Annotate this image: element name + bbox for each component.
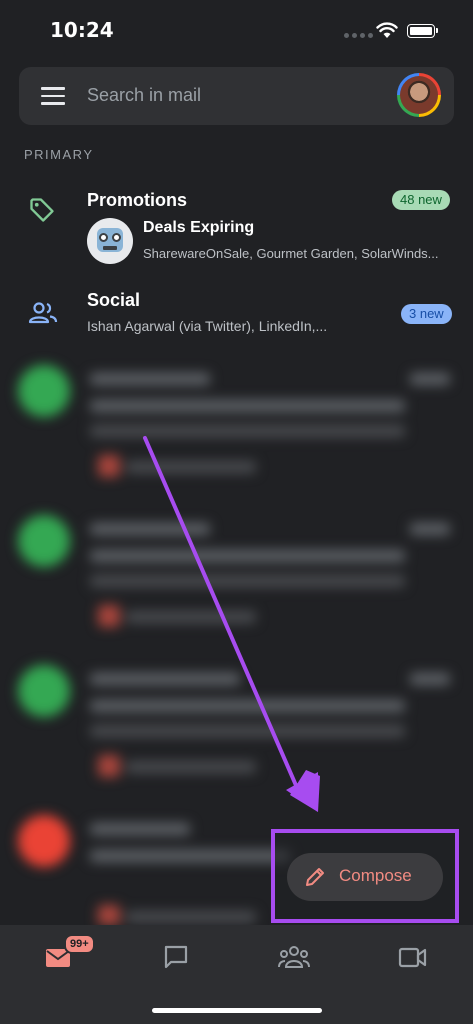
nav-meet[interactable]	[394, 939, 434, 975]
promotions-top-sender-title: Deals Expiring	[143, 219, 255, 236]
sender-avatar	[18, 815, 70, 867]
compose-label: Compose	[339, 866, 412, 885]
battery-icon	[407, 24, 438, 38]
home-indicator[interactable]	[152, 1008, 322, 1013]
promotions-new-badge: 48 new	[392, 190, 450, 210]
list-item[interactable]	[0, 495, 473, 645]
section-label-primary: PRIMARY	[24, 147, 94, 162]
status-bar: 10:24	[0, 0, 473, 62]
mail-unread-badge: 99+	[64, 934, 95, 954]
social-senders: Ishan Agarwal (via Twitter), LinkedIn,..…	[87, 318, 328, 334]
account-avatar[interactable]	[397, 73, 441, 117]
tag-icon	[30, 198, 54, 222]
social-new-badge: 3 new	[401, 304, 452, 324]
pencil-icon	[306, 868, 324, 886]
list-item[interactable]	[0, 645, 473, 795]
sender-avatar	[18, 665, 70, 717]
promotions-title: Promotions	[87, 190, 188, 210]
hamburger-menu-icon[interactable]	[41, 87, 65, 105]
chat-icon	[164, 945, 188, 969]
search-bar[interactable]: Search in mail	[19, 67, 454, 125]
search-input[interactable]: Search in mail	[87, 85, 201, 106]
compose-button[interactable]: Compose	[287, 853, 443, 901]
wifi-icon	[376, 22, 398, 38]
sender-avatar	[18, 365, 70, 417]
social-title: Social	[87, 290, 141, 310]
list-item[interactable]	[0, 345, 473, 495]
promotions-senders: SharewareOnSale, Gourmet Garden, SolarWi…	[143, 246, 439, 261]
people-icon	[28, 302, 58, 324]
spaces-icon	[278, 946, 310, 968]
sender-avatar-robot	[87, 218, 133, 264]
nav-spaces[interactable]	[274, 939, 314, 975]
meet-video-icon	[398, 947, 427, 968]
nav-chat[interactable]	[156, 939, 196, 975]
sender-avatar	[18, 515, 70, 567]
cellular-signal-icon	[344, 33, 373, 38]
status-time: 10:24	[50, 18, 114, 42]
